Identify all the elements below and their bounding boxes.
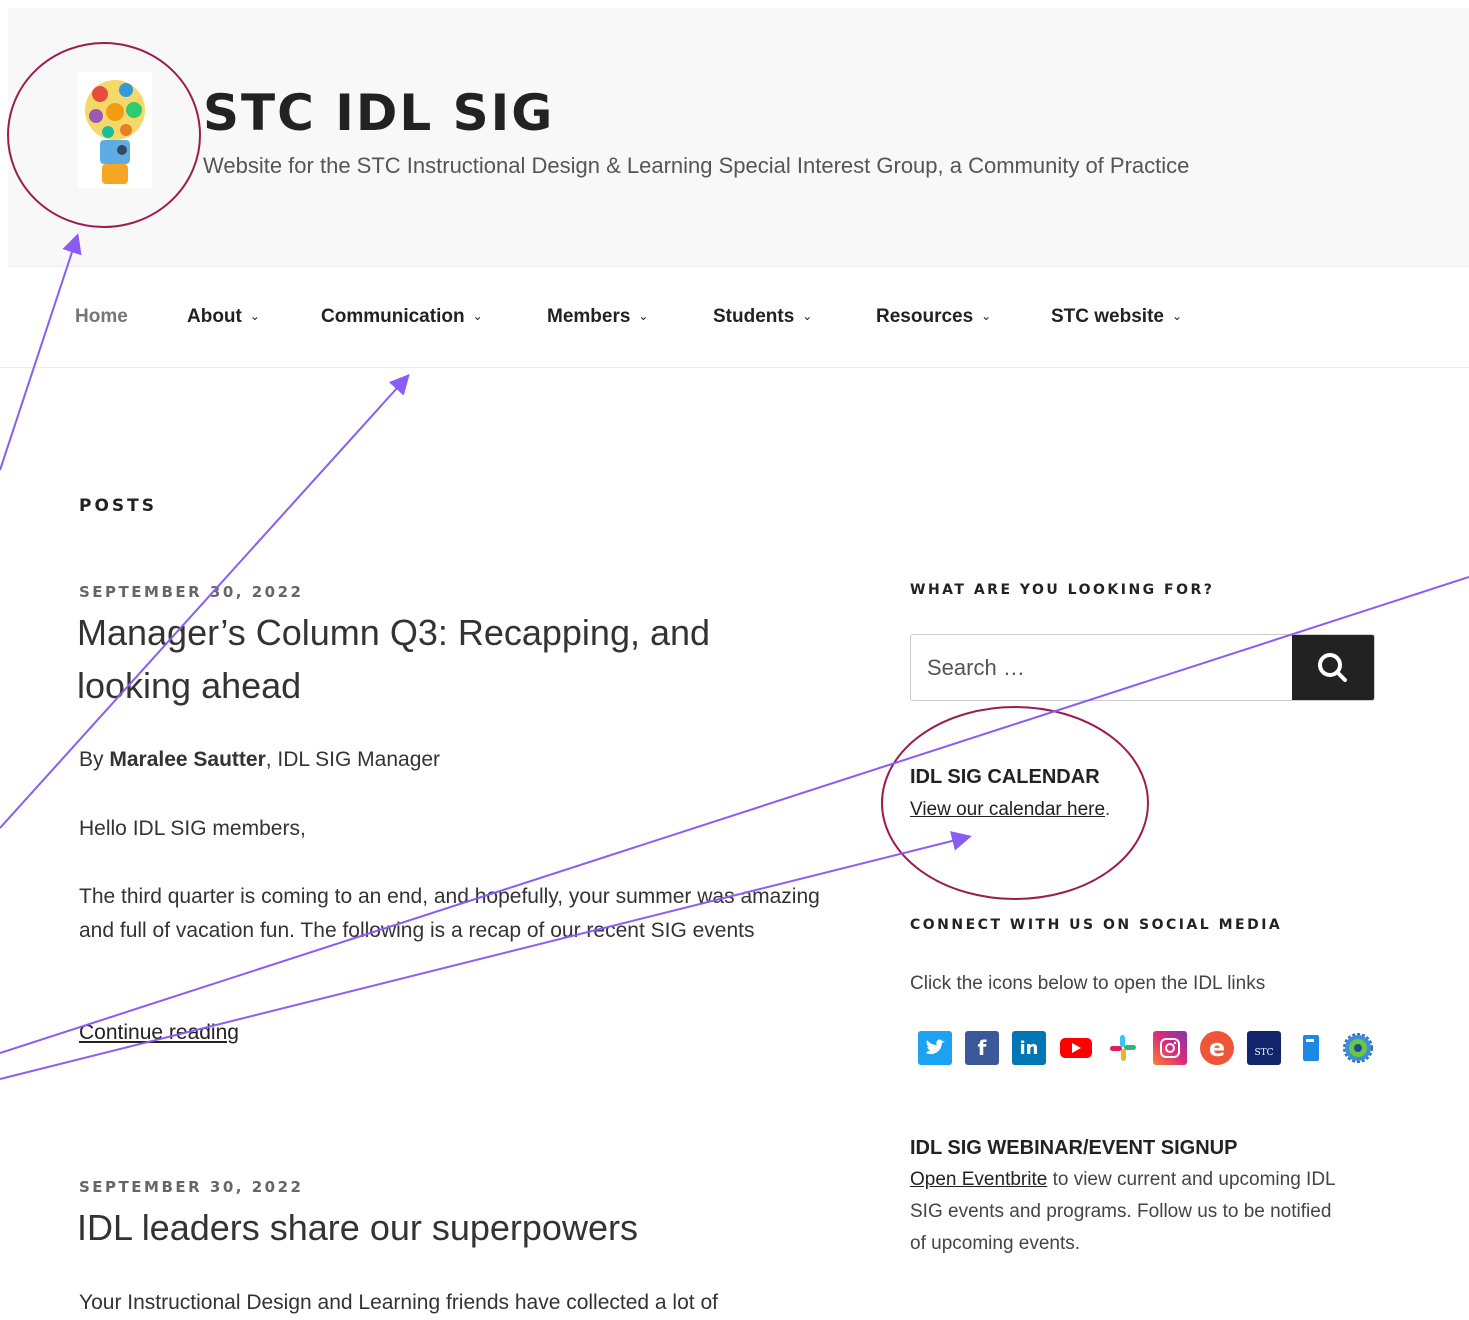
chevron-down-icon: ⌄ [1171,309,1183,323]
search-input[interactable] [911,635,1291,700]
notebook-icon[interactable] [1294,1031,1328,1065]
calendar-text: View our calendar here. [910,794,1350,826]
chevron-down-icon: ⌄ [981,309,992,323]
post-date[interactable]: SEPTEMBER 30, 2022 [79,1178,303,1196]
nav-item-about[interactable]: About ⌄ [187,306,260,328]
instagram-icon[interactable] [1153,1031,1187,1065]
chevron-down-icon: ⌄ [472,309,483,323]
nav-item-label: STC website [1051,306,1164,327]
nav-item-resources[interactable]: Resources ⌄ [876,306,991,328]
chevron-down-icon: ⌄ [638,309,649,323]
chevron-down-icon: ⌄ [802,309,813,323]
nav-item-stc-website[interactable]: STC website ⌄ [1051,306,1182,328]
youtube-icon[interactable] [1059,1031,1093,1065]
nav-item-communication[interactable]: Communication ⌄ [321,306,483,328]
social-icons: f in e STC [918,1031,1375,1065]
stc-icon[interactable]: STC [1247,1031,1281,1065]
search-icon [1318,653,1347,682]
nav-item-students[interactable]: Students ⌄ [713,306,812,328]
post-title[interactable]: IDL leaders share our superpowers [77,1201,797,1254]
byline-suffix: , IDL SIG Manager [265,748,441,771]
nav-item-label: Communication [321,306,465,327]
post-excerpt: The third quarter is coming to an end, a… [79,885,820,942]
site-header: STC IDL SIG Website for the STC Instruct… [8,8,1469,267]
posts-heading: POSTS [79,496,157,516]
nav-item-label: Students [713,306,795,327]
post-date[interactable]: SEPTEMBER 30, 2022 [79,583,303,601]
site-description: Website for the STC Instructional Design… [203,153,1190,178]
nav-item-label: Home [75,306,128,327]
calendar-link[interactable]: View our calendar here [910,799,1105,820]
chevron-down-icon: ⌄ [249,309,260,323]
slack-icon[interactable] [1106,1031,1140,1065]
eventbrite-link[interactable]: Open Eventbrite [910,1169,1047,1190]
site-title[interactable]: STC IDL SIG [203,84,554,142]
nav-item-home[interactable]: Home [75,306,128,328]
search-widget-heading: WHAT ARE YOU LOOKING FOR? [910,582,1215,598]
social-description: Click the icons below to open the IDL li… [910,973,1266,994]
search-form [910,634,1375,701]
nav-item-label: Resources [876,306,974,327]
social-widget-heading: CONNECT WITH US ON SOCIAL MEDIA [910,917,1283,933]
lightbulb-logo-icon[interactable] [78,72,152,188]
nav-item-label: Members [547,306,631,327]
post-excerpt: Your Instructional Design and Learning f… [79,1291,718,1314]
eventbrite-icon[interactable]: e [1200,1031,1234,1065]
calendar-heading: IDL SIG CALENDAR [910,766,1100,788]
post-byline: By Maralee Sautter, IDL SIG Manager [79,743,839,777]
linkedin-icon[interactable]: in [1012,1031,1046,1065]
globe-icon[interactable] [1341,1031,1375,1065]
search-button[interactable] [1292,635,1374,700]
byline-prefix: By [79,748,110,771]
byline-author: Maralee Sautter [109,748,266,771]
facebook-icon[interactable]: f [965,1031,999,1065]
post-greeting: Hello IDL SIG members, [79,817,306,840]
webinar-heading: IDL SIG WEBINAR/EVENT SIGNUP [910,1137,1238,1159]
post-title[interactable]: Manager’s Column Q3: Recapping, and look… [77,606,797,712]
nav-item-label: About [187,306,242,327]
calendar-suffix: . [1105,799,1111,820]
continue-reading-link[interactable]: Continue reading [79,1016,239,1050]
webinar-text: Open Eventbrite to view current and upco… [910,1164,1350,1260]
twitter-icon[interactable] [918,1031,952,1065]
nav-item-members[interactable]: Members ⌄ [547,306,648,328]
